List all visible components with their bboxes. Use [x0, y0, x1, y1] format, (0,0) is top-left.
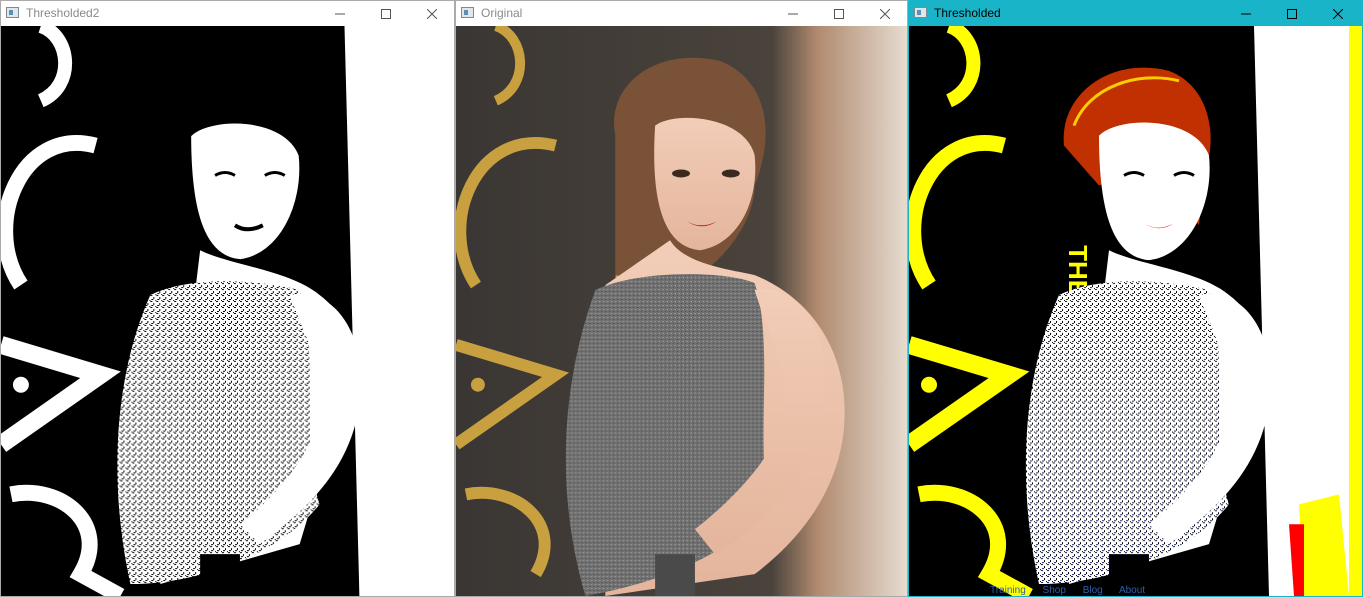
image-canvas-binary — [1, 26, 454, 596]
menu-item[interactable]: About — [1119, 585, 1145, 596]
menu-item[interactable]: Blog — [1083, 585, 1103, 596]
app-icon — [461, 7, 474, 18]
maximize-icon — [381, 8, 391, 19]
maximize-icon — [1287, 8, 1297, 19]
image-canvas-original: THE — [456, 26, 907, 596]
thresholded-binary-image — [1, 26, 454, 596]
minimize-button[interactable] — [770, 1, 816, 26]
window-original[interactable]: Original — [455, 0, 908, 597]
window-thresholded2[interactable]: Thresholded2 — [0, 0, 455, 597]
minimize-button[interactable] — [317, 1, 363, 26]
title-bar[interactable]: Thresholded — [909, 1, 1362, 26]
thresholded-color-image: THE — [909, 26, 1362, 596]
close-icon — [1333, 8, 1343, 19]
title-bar[interactable]: Original — [456, 1, 907, 26]
image-canvas-color-threshold: THE — [909, 26, 1362, 596]
window-title: Thresholded — [934, 6, 1001, 20]
maximize-button[interactable] — [1269, 1, 1315, 26]
minimize-button[interactable] — [1223, 1, 1269, 26]
minimize-icon — [335, 13, 345, 14]
maximize-icon — [834, 8, 844, 19]
background-menu: Training Shop Blog About — [990, 585, 1210, 597]
close-icon — [427, 8, 437, 19]
close-icon — [880, 8, 890, 19]
menu-item[interactable]: Shop — [1043, 585, 1066, 596]
maximize-button[interactable] — [363, 1, 409, 26]
close-button[interactable] — [409, 1, 454, 26]
app-icon — [6, 7, 19, 18]
minimize-icon — [788, 13, 798, 14]
minimize-icon — [1241, 13, 1251, 14]
window-title: Thresholded2 — [26, 6, 100, 20]
close-button[interactable] — [1315, 1, 1361, 26]
app-icon — [914, 7, 927, 18]
title-bar[interactable]: Thresholded2 — [1, 1, 454, 26]
window-thresholded[interactable]: Thresholded THE — [908, 0, 1363, 597]
window-title: Original — [481, 6, 523, 20]
menu-item[interactable]: Training — [990, 585, 1026, 596]
original-photo: THE — [456, 26, 907, 596]
close-button[interactable] — [862, 1, 907, 26]
maximize-button[interactable] — [816, 1, 862, 26]
